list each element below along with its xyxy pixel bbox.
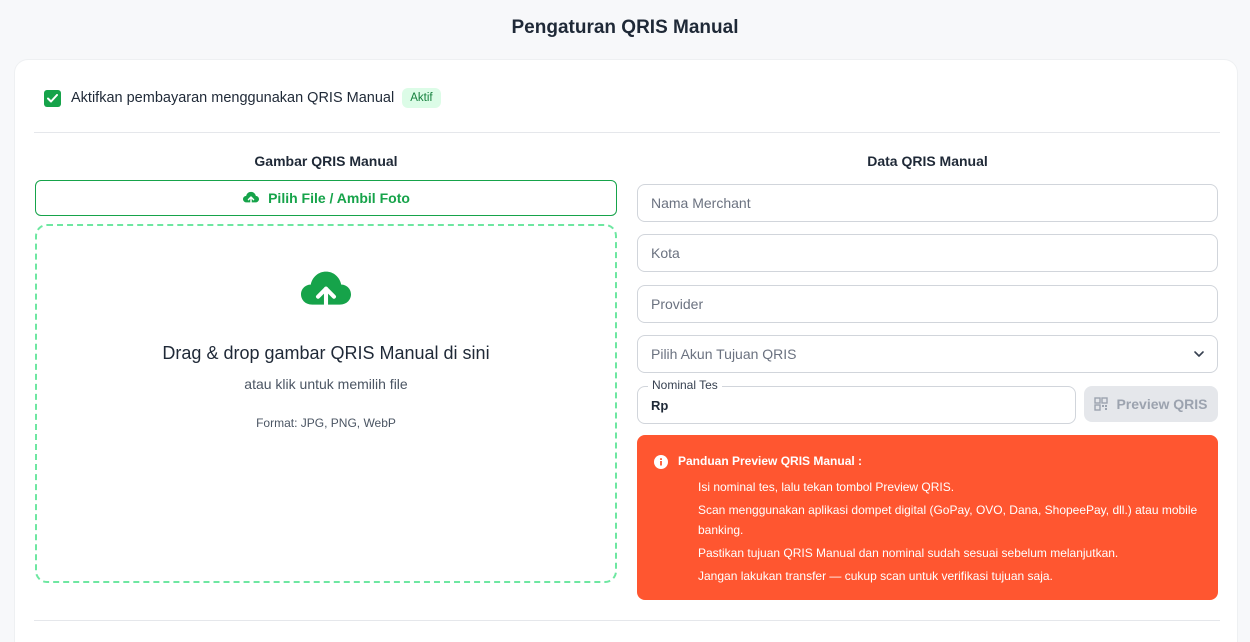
account-select[interactable]: Pilih Akun Tujuan QRIS — [637, 335, 1218, 373]
preview-guide-panel: Panduan Preview QRIS Manual : Isi nomina… — [637, 435, 1218, 600]
divider-top — [34, 132, 1220, 133]
nominal-label: Nominal Tes — [648, 378, 722, 392]
guide-item: Scan menggunakan aplikasi dompet digital… — [698, 503, 1198, 537]
dropzone-title: Drag & drop gambar QRIS Manual di sini — [162, 343, 490, 363]
enable-row: Aktifkan pembayaran menggunakan QRIS Man… — [44, 88, 441, 108]
status-badge: Aktif — [402, 88, 441, 108]
check-icon — [47, 93, 58, 102]
data-section-heading: Data QRIS Manual — [867, 153, 988, 169]
upload-file-button[interactable]: Pilih File / Ambil Foto — [35, 180, 617, 216]
merchant-name-input[interactable]: Nama Merchant — [637, 184, 1218, 222]
info-icon — [654, 455, 668, 469]
settings-card: Aktifkan pembayaran menggunakan QRIS Man… — [14, 59, 1238, 642]
upload-button-label: Pilih File / Ambil Foto — [268, 190, 410, 206]
cloud-upload-icon — [301, 271, 351, 315]
enable-label[interactable]: Aktifkan pembayaran menggunakan QRIS Man… — [71, 90, 394, 106]
guide-item: Pastikan tujuan QRIS Manual dan nominal … — [698, 546, 1119, 560]
image-section-heading: Gambar QRIS Manual — [254, 153, 398, 169]
nominal-test-input[interactable]: Nominal Tes Rp — [637, 378, 1076, 424]
page-title: Pengaturan QRIS Manual — [511, 17, 739, 38]
currency-prefix: Rp — [651, 398, 669, 413]
guide-list: Isi nominal tes, lalu tekan tombol Previ… — [698, 477, 1198, 589]
image-dropzone[interactable]: Drag & drop gambar QRIS Manual di sini a… — [35, 224, 617, 583]
account-select-placeholder: Pilih Akun Tujuan QRIS — [651, 346, 797, 362]
preview-button-label: Preview QRIS — [1116, 396, 1208, 412]
dropzone-format-hint: Format: JPG, PNG, WebP — [256, 416, 396, 430]
enable-checkbox[interactable] — [44, 89, 61, 107]
guide-item: Isi nominal tes, lalu tekan tombol Previ… — [698, 480, 955, 494]
preview-qris-button[interactable]: Preview QRIS — [1084, 386, 1218, 422]
qr-code-icon — [1094, 397, 1109, 411]
chevron-down-icon — [1194, 351, 1204, 357]
dropzone-subtitle: atau klik untuk memilih file — [244, 376, 408, 392]
cloud-upload-icon — [243, 191, 260, 206]
provider-input[interactable]: Provider — [637, 285, 1218, 323]
divider-bottom — [34, 620, 1220, 621]
guide-item: Jangan lakukan transfer — cukup scan unt… — [698, 569, 1053, 583]
city-input[interactable]: Kota — [637, 234, 1218, 272]
guide-title: Panduan Preview QRIS Manual : — [678, 454, 863, 468]
